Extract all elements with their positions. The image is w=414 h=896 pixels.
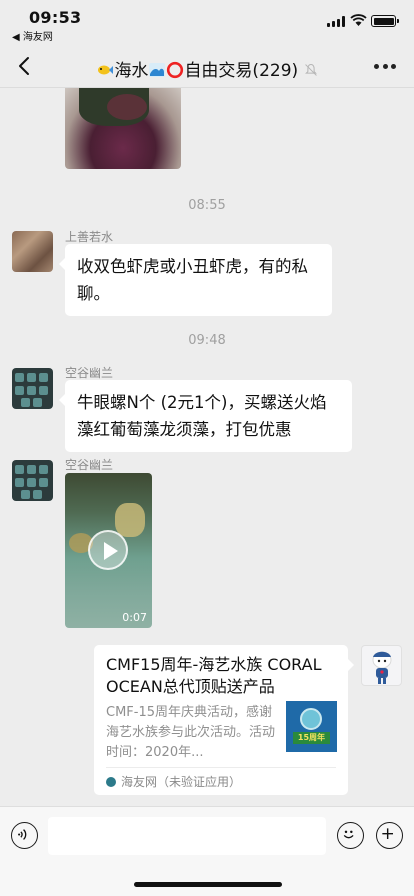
message-bubble[interactable]: 牛眼螺N个 (2元1个)，买螺送火焰藻红葡萄藻龙须藻，打包优惠 [59, 380, 352, 452]
card-source: 海友网（未验证应用） [106, 767, 336, 790]
sender-name: 上善若水 [65, 230, 114, 244]
play-icon[interactable] [88, 530, 128, 570]
chat-title-main: 自由交易(229) [184, 61, 299, 81]
wave-emoji-icon [149, 63, 166, 77]
app-source-icon [106, 777, 116, 787]
message-input[interactable] [48, 817, 326, 855]
status-bar: 09:53 ◀ 海友网 [0, 0, 414, 44]
cartoon-avatar-icon [372, 651, 392, 684]
red-circle-emoji-icon [167, 61, 184, 79]
fish-emoji-icon [98, 65, 114, 75]
more-icon[interactable] [374, 64, 396, 70]
home-indicator[interactable] [134, 882, 282, 887]
voice-icon[interactable] [11, 822, 38, 849]
return-to-app-link[interactable]: ◀ 海友网 [12, 28, 53, 43]
status-time: 09:53 [29, 8, 82, 27]
card-thumbnail: 15周年 [286, 701, 337, 752]
cellular-signal-icon [327, 16, 345, 27]
battery-icon [371, 15, 399, 27]
message-list[interactable]: 08:55 上善若水 收双色虾虎或小丑虾虎，有的私聊。 09:48 空谷幽兰 牛… [0, 88, 414, 806]
sender-name: 空谷幽兰 [65, 366, 114, 380]
avatar[interactable] [361, 645, 402, 686]
wifi-icon [350, 14, 367, 26]
timestamp: 08:55 [188, 198, 226, 213]
mute-icon [304, 64, 317, 76]
avatar[interactable] [12, 231, 53, 272]
anniversary-logo-icon [300, 708, 322, 730]
card-title: CMF15周年-海艺水族 CORAL OCEAN总代顶贴送产品 [106, 655, 322, 696]
image-message[interactable] [65, 88, 181, 169]
card-description: CMF-15周年庆典活动，感谢海艺水族参与此次活动。活动时间：2020年... [106, 705, 276, 760]
message-bubble[interactable]: 收双色虾虎或小丑虾虎，有的私聊。 [59, 244, 332, 316]
timestamp: 09:48 [188, 333, 226, 348]
avatar[interactable] [12, 460, 53, 501]
emoji-icon[interactable] [337, 822, 364, 849]
avatar[interactable] [12, 368, 53, 409]
back-icon[interactable] [14, 54, 36, 78]
chat-header: 海水 自由交易(229) [0, 44, 414, 88]
card-thumb-tag: 15周年 [293, 732, 330, 744]
chat-title-prefix: 海水 [114, 61, 149, 81]
sender-name: 空谷幽兰 [65, 458, 114, 472]
video-duration: 0:07 [122, 611, 147, 624]
link-card[interactable]: CMF15周年-海艺水族 CORAL OCEAN总代顶贴送产品 CMF-15周年… [94, 645, 354, 795]
card-source-label: 海友网（未验证应用） [121, 775, 242, 789]
chat-title: 海水 自由交易(229) [60, 56, 354, 81]
add-icon[interactable] [376, 822, 403, 849]
video-message[interactable]: 0:07 [65, 473, 152, 628]
